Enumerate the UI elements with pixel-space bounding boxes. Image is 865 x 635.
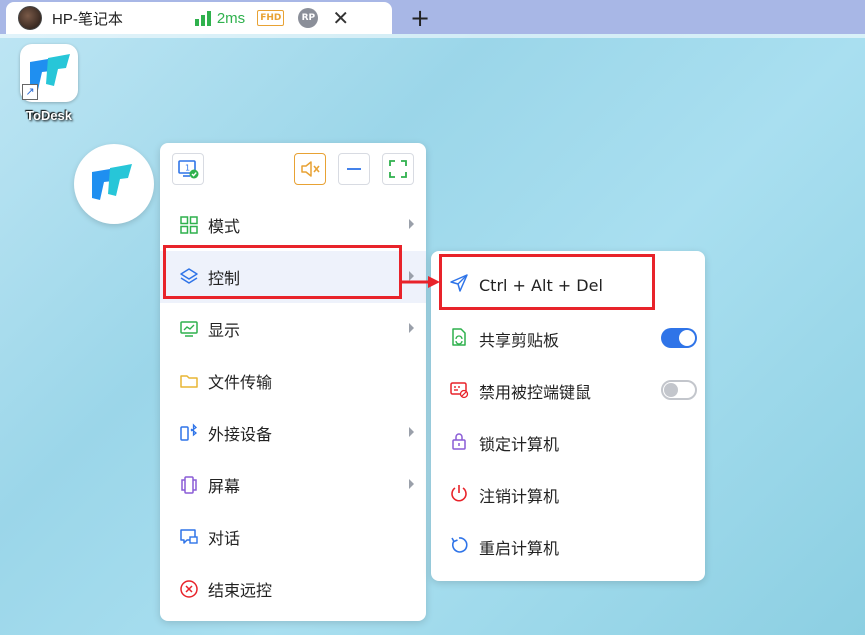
screens-icon <box>178 474 200 496</box>
chevron-right-icon <box>409 479 414 489</box>
close-tab-button[interactable]: ✕ <box>332 8 349 28</box>
submenu-item-restart[interactable]: 重启计算机 <box>431 521 705 573</box>
grid-icon <box>178 214 200 236</box>
quality-badge[interactable]: FHD <box>257 10 285 26</box>
highlight-box-control <box>163 245 402 299</box>
menu-item-label: 文件传输 <box>208 373 273 392</box>
clipboard-icon <box>449 327 469 351</box>
monitor-check-icon: 1 <box>178 160 199 179</box>
menu-item-label: 外接设备 <box>208 425 273 444</box>
submenu-item-logout[interactable]: 注销计算机 <box>431 469 705 521</box>
shortcut-arrow-icon: ↗ <box>22 84 38 100</box>
chevron-right-icon <box>409 219 414 229</box>
todesk-desktop-icon[interactable]: ↗ <box>20 44 78 102</box>
menu-item-label: 模式 <box>208 217 241 236</box>
fullscreen-icon <box>389 160 407 178</box>
screen-select-button[interactable]: 1 <box>172 153 204 185</box>
submenu-item-label: 注销计算机 <box>479 487 560 506</box>
keyboard-disable-icon <box>449 379 469 403</box>
annotation-arrow-icon <box>402 276 440 288</box>
svg-text:1: 1 <box>185 164 190 173</box>
signal-icon <box>194 10 211 26</box>
tab-title: HP-笔记本 <box>52 10 123 28</box>
menu-item-end-session[interactable]: 结束远控 <box>160 563 426 615</box>
power-icon <box>449 483 469 507</box>
submenu-item-label: 共享剪贴板 <box>479 331 560 350</box>
submenu-item-disable-input[interactable]: 禁用被控端键鼠 <box>431 365 705 417</box>
mute-button[interactable] <box>294 153 326 185</box>
todesk-float-button[interactable] <box>74 144 154 224</box>
submenu-item-share-clipboard[interactable]: 共享剪贴板 <box>431 313 705 365</box>
fullscreen-button[interactable] <box>382 153 414 185</box>
display-icon <box>178 318 200 340</box>
menu-item-external-devices[interactable]: 外接设备 <box>160 407 426 459</box>
menu-item-display[interactable]: 显示 <box>160 303 426 355</box>
desktop-icon-label: ToDesk <box>26 108 72 123</box>
remote-control-menu: 1 模式 控制 显示 文件传输 外接设备 屏幕 对话 结束远控 <box>160 143 426 621</box>
share-clipboard-toggle[interactable] <box>661 328 697 348</box>
submenu-item-lock[interactable]: 锁定计算机 <box>431 417 705 469</box>
menu-item-label: 屏幕 <box>208 477 241 496</box>
submenu-item-label: 禁用被控端键鼠 <box>479 383 592 402</box>
lock-icon <box>449 431 469 455</box>
remote-toolbar-strip <box>0 34 865 38</box>
folder-icon <box>178 370 200 392</box>
menu-item-label: 结束远控 <box>208 581 273 600</box>
latency-text: 2ms <box>216 9 246 27</box>
mute-icon <box>301 161 320 177</box>
menu-item-label: 对话 <box>208 529 241 548</box>
tab-bar: HP-笔记本 2ms FHD RP ✕ + <box>0 0 865 34</box>
submenu-item-label: 重启计算机 <box>479 539 560 558</box>
menu-item-mode[interactable]: 模式 <box>160 199 426 251</box>
chat-icon <box>178 526 200 548</box>
bluetooth-device-icon <box>178 422 200 444</box>
highlight-box-ctrl-alt-del <box>439 254 655 310</box>
menu-item-chat[interactable]: 对话 <box>160 511 426 563</box>
new-tab-button[interactable]: + <box>410 4 430 32</box>
restart-icon <box>449 535 469 559</box>
device-avatar <box>18 6 42 30</box>
chevron-right-icon <box>409 427 414 437</box>
menu-item-screen[interactable]: 屏幕 <box>160 459 426 511</box>
session-tab[interactable]: HP-笔记本 2ms FHD RP ✕ <box>6 2 392 34</box>
menu-item-label: 显示 <box>208 321 241 340</box>
close-circle-icon <box>178 578 200 600</box>
todesk-logo-icon <box>92 164 132 200</box>
minimize-icon <box>347 168 361 170</box>
menu-item-file-transfer[interactable]: 文件传输 <box>160 355 426 407</box>
menu-toolbar: 1 <box>160 153 426 189</box>
minimize-button[interactable] <box>338 153 370 185</box>
disable-input-toggle[interactable] <box>661 380 697 400</box>
submenu-item-label: 锁定计算机 <box>479 435 560 454</box>
chevron-right-icon <box>409 323 414 333</box>
user-badge[interactable]: RP <box>298 8 319 28</box>
